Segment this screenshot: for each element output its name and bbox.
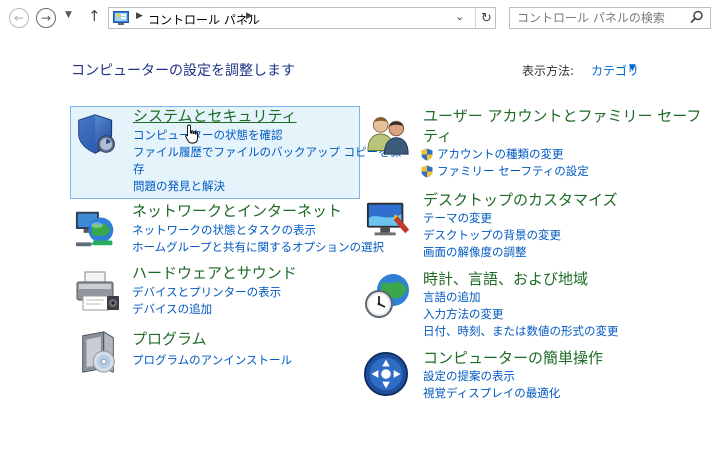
back-button[interactable]: ← [9,8,29,28]
refresh-button[interactable]: ↻ [475,8,497,28]
link-uninstall-program[interactable]: プログラムのアンインストール [132,352,292,369]
category-title[interactable]: システムとセキュリティ [133,107,297,126]
ease-of-access-icon [363,351,409,397]
category-title[interactable]: コンピューターの簡単操作 [423,349,603,368]
arrow-right-icon: → [40,11,52,25]
link-add-language[interactable]: 言語の追加 [423,289,619,306]
search-input[interactable] [509,7,711,29]
navigation-bar: ← → ▼ ↑ ▶ コントロール パネル ▶ ⌄ ↻ [0,0,723,36]
category-ease-of-access[interactable]: コンピューターの簡単操作 設定の提案の表示 視覚ディスプレイの最適化 [361,349,661,409]
category-title[interactable]: ユーザー アカウントとファミリー セーフ ティ [423,106,701,146]
view-by-label: 表示方法: [522,64,575,78]
link-family-safety[interactable]: ファミリー セーフティの設定 [421,163,589,180]
link-suggested-settings[interactable]: 設定の提案の表示 [423,368,560,385]
uac-shield-icon [421,148,433,161]
category-clock-language-region[interactable]: 時計、言語、および地域 言語の追加 入力方法の変更 日付、時刻、または数値の形式… [361,270,661,342]
category-title-line2[interactable]: ティ [423,127,452,145]
category-title[interactable]: デスクトップのカスタマイズ [423,191,618,210]
category-title[interactable]: ネットワークとインターネット [132,202,342,221]
category-title[interactable]: ハードウェアとサウンド [132,264,297,283]
control-panel-icon [113,11,129,25]
category-title[interactable]: プログラム [132,330,207,349]
link-change-date-time-format[interactable]: 日付、時刻、または数値の形式の変更 [423,323,619,340]
caret-down-icon[interactable]: ▼ [629,63,636,73]
link-label: アカウントの種類の変更 [437,147,564,161]
link-change-input-method[interactable]: 入力方法の変更 [423,306,619,323]
arrow-up-icon: ↑ [88,7,101,25]
category-title-line1[interactable]: ユーザー アカウントとファミリー セーフ [423,107,701,125]
link-homegroup-options[interactable]: ホームグループと共有に関するオプションの選択 [132,239,384,256]
clock-globe-icon [365,274,409,318]
breadcrumb-separator-icon[interactable]: ▶ [246,11,253,21]
link-change-theme[interactable]: テーマの変更 [423,210,561,227]
shield-icon [78,114,115,154]
address-history-dropdown[interactable]: ⌄ [455,10,464,23]
breadcrumb-separator-icon[interactable]: ▶ [136,11,143,21]
programs-box-icon [82,331,115,373]
printer-icon [76,271,119,311]
refresh-icon: ↻ [481,10,492,26]
category-title[interactable]: 時計、言語、および地域 [423,270,588,289]
category-system-security[interactable]: システムとセキュリティ コンピューターの状態を確認 ファイル履歴でファイルのバッ… [70,106,401,199]
link-change-account-type[interactable]: アカウントの種類の変更 [421,146,589,163]
category-links: デバイスとプリンターの表示 デバイスの追加 [132,284,281,318]
forward-button[interactable]: → [36,8,56,28]
search-icon[interactable] [690,10,704,24]
users-icon [367,117,409,155]
category-user-accounts[interactable]: ユーザー アカウントとファミリー セーフ ティ アカウントの種類の変更 ファミリ… [361,106,701,184]
link-label: ファミリー セーフティの設定 [437,164,589,178]
category-programs[interactable]: プログラム プログラムのアンインストール [70,330,360,380]
uac-shield-icon [421,165,433,178]
category-desktop-customization[interactable]: デスクトップのカスタマイズ テーマの変更 デスクトップの背景の変更 画面の解像度… [361,191,661,263]
chevron-down-icon: ▼ [65,10,72,20]
network-globe-icon [75,211,114,247]
category-hardware-sound[interactable]: ハードウェアとサウンド デバイスとプリンターの表示 デバイスの追加 [70,264,360,324]
chevron-down-icon: ⌄ [455,10,465,23]
category-links: 言語の追加 入力方法の変更 日付、時刻、または数値の形式の変更 [423,289,619,340]
hand-cursor-icon [185,124,198,144]
link-network-status[interactable]: ネットワークの状態とタスクの表示 [132,222,384,239]
page-title: コンピューターの設定を調整します [71,63,295,79]
category-network-internet[interactable]: ネットワークとインターネット ネットワークの状態とタスクの表示 ホームグループと… [70,202,384,262]
link-optimize-visual-display[interactable]: 視覚ディスプレイの最適化 [423,385,560,402]
desktop-monitor-icon [366,202,410,236]
category-links: プログラムのアンインストール [132,352,292,369]
breadcrumb-control-panel[interactable]: コントロール パネル [148,11,260,28]
link-adjust-resolution[interactable]: 画面の解像度の調整 [423,244,561,261]
up-button[interactable]: ↑ [88,7,101,25]
address-bar[interactable]: ▶ コントロール パネル ▶ ⌄ ↻ [108,7,496,29]
category-links: 設定の提案の表示 視覚ディスプレイの最適化 [423,368,560,402]
recent-locations-button[interactable]: ▼ [65,10,72,20]
category-links: アカウントの種類の変更 ファミリー セーフティの設定 [421,146,589,180]
arrow-left-icon: ← [13,11,25,25]
category-links: ネットワークの状態とタスクの表示 ホームグループと共有に関するオプションの選択 [132,222,384,256]
category-links: テーマの変更 デスクトップの背景の変更 画面の解像度の調整 [423,210,561,261]
link-change-background[interactable]: デスクトップの背景の変更 [423,227,561,244]
link-devices-printers[interactable]: デバイスとプリンターの表示 [132,284,281,301]
link-add-device[interactable]: デバイスの追加 [132,301,281,318]
